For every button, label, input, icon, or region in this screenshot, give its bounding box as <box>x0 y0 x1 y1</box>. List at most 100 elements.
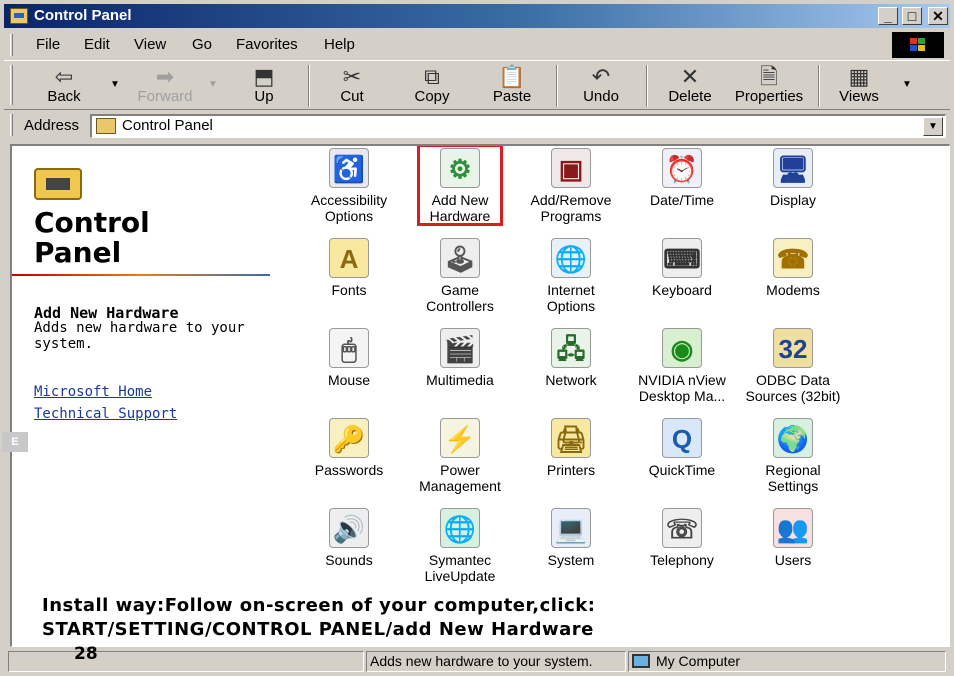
control-panel-item[interactable]: ☏ Telephony <box>627 506 737 594</box>
item-label-line1: Telephony <box>650 552 714 568</box>
toolbar-separator <box>646 65 648 107</box>
minimize-button[interactable]: _ <box>878 7 898 25</box>
control-panel-large-icon <box>34 168 82 200</box>
control-panel-item[interactable]: Q QuickTime <box>627 416 737 504</box>
item-label-line2: Options <box>546 298 596 314</box>
item-label: Telephony <box>627 552 737 568</box>
paste-button[interactable]: 📋 Paste <box>482 63 542 109</box>
item-label-line2: Options <box>324 208 374 224</box>
address-label: Address <box>24 117 80 134</box>
menu-view[interactable]: View <box>134 36 166 54</box>
control-panel-item[interactable]: 🖨 Printers <box>516 416 626 504</box>
undo-label: Undo <box>583 88 619 105</box>
control-panel-item[interactable]: 🔊 Sounds <box>294 506 404 594</box>
title-bar[interactable]: Control Panel _ □ ✕ <box>4 4 950 28</box>
address-grip[interactable] <box>10 114 13 136</box>
item-label: Modems <box>738 282 848 298</box>
control-panel-item[interactable]: A Fonts <box>294 236 404 324</box>
control-panel-item[interactable]: 🔑 Passwords <box>294 416 404 504</box>
item-label-line1: Network <box>545 372 597 388</box>
item-label: System <box>516 552 626 568</box>
status-pane-zone: My Computer <box>628 651 946 672</box>
windows-logo-icon <box>892 32 944 58</box>
control-panel-item[interactable]: 🌍 Regional Settings <box>738 416 848 504</box>
users-icon: 👥 <box>773 508 813 548</box>
menu-help[interactable]: Help <box>324 36 355 54</box>
item-label-line2: LiveUpdate <box>424 568 496 584</box>
delete-button[interactable]: ✕ Delete <box>660 63 720 109</box>
menu-favorites[interactable]: Favorites <box>236 36 298 54</box>
item-label: Game Controllers <box>405 282 515 314</box>
mouse-icon: 🖱 <box>329 328 369 368</box>
control-panel-item[interactable]: 👥 Users <box>738 506 848 594</box>
cut-button[interactable]: ✂ Cut <box>322 63 382 109</box>
control-panel-item[interactable]: ⚙ Add New Hardware <box>405 146 515 234</box>
views-label: Views <box>839 88 879 105</box>
control-panel-window: Control Panel _ □ ✕ File Edit View Go Fa… <box>0 0 954 676</box>
control-panel-item[interactable]: ⚡ Power Management <box>405 416 515 504</box>
control-panel-item[interactable]: ⏰ Date/Time <box>627 146 737 234</box>
control-panel-item[interactable]: 🕹 Game Controllers <box>405 236 515 324</box>
back-button[interactable]: ⇦ Back <box>34 63 94 109</box>
copy-button[interactable]: ⧉ Copy <box>402 63 462 109</box>
views-button[interactable]: ▦ Views <box>830 63 888 109</box>
properties-icon: 🗎 <box>760 64 778 89</box>
technical-support-link[interactable]: Technical Support <box>34 406 177 422</box>
control-panel-item[interactable]: 🖧 Network <box>516 326 626 414</box>
toolbar-grip[interactable] <box>10 65 13 105</box>
forward-button[interactable]: ➡ Forward <box>128 63 202 109</box>
control-panel-item[interactable]: ▣ Add/Remove Programs <box>516 146 626 234</box>
control-panel-item[interactable]: 🖱 Mouse <box>294 326 404 414</box>
control-panel-item[interactable]: 32 ODBC Data Sources (32bit) <box>738 326 848 414</box>
address-field[interactable]: Control Panel ▼ <box>90 114 946 138</box>
item-label: Keyboard <box>627 282 737 298</box>
address-dropdown-button[interactable]: ▼ <box>923 117 943 136</box>
control-panel-item[interactable]: 🌐 Internet Options <box>516 236 626 324</box>
telephony-icon: ☏ <box>662 508 702 548</box>
menu-go[interactable]: Go <box>192 36 212 54</box>
item-label-line1: Power <box>440 462 480 478</box>
control-panel-item[interactable]: 🖥 Display <box>738 146 848 234</box>
undo-button[interactable]: ↶ Undo <box>570 63 632 109</box>
item-label: Regional Settings <box>738 462 848 494</box>
control-panel-item[interactable]: 💻 System <box>516 506 626 594</box>
up-button[interactable]: ⬒ Up <box>234 63 294 109</box>
close-button[interactable]: ✕ <box>928 7 948 25</box>
control-panel-item[interactable]: 🌐 Symantec LiveUpdate <box>405 506 515 594</box>
toolbar-separator <box>818 65 820 107</box>
item-label-line1: ODBC Data <box>756 372 830 388</box>
control-panel-item[interactable]: ☎ Modems <box>738 236 848 324</box>
control-panel-small-icon <box>96 118 116 134</box>
views-dropdown-icon[interactable]: ▼ <box>902 79 912 90</box>
back-dropdown-icon[interactable]: ▼ <box>110 79 120 90</box>
install-instruction: Install way:Follow on-screen of your com… <box>42 594 595 642</box>
copy-icon: ⧉ <box>424 64 440 89</box>
keys-icon: 🔑 <box>329 418 369 458</box>
maximize-button[interactable]: □ <box>902 7 922 25</box>
item-label-line1: Regional <box>765 462 821 478</box>
forward-dropdown-icon[interactable]: ▼ <box>208 79 218 90</box>
views-grid-icon: ▦ <box>848 64 870 89</box>
menu-edit[interactable]: Edit <box>84 36 110 54</box>
item-label-line1: Game <box>440 282 480 298</box>
item-label-line1: System <box>547 552 595 568</box>
control-panel-item[interactable]: ◉ NVIDIA nView Desktop Ma... <box>627 326 737 414</box>
liveupdate-icon: 🌐 <box>440 508 480 548</box>
menu-grip[interactable] <box>10 34 13 56</box>
control-panel-item[interactable]: ⌨ Keyboard <box>627 236 737 324</box>
item-label: Printers <box>516 462 626 478</box>
item-label: Network <box>516 372 626 388</box>
item-label: Users <box>738 552 848 568</box>
instruction-line1: Install way:Follow on-screen of your com… <box>42 595 596 616</box>
control-panel-item[interactable]: ♿ Accessibility Options <box>294 146 404 234</box>
item-label-line2: Settings <box>767 478 819 494</box>
item-label: NVIDIA nView Desktop Ma... <box>627 372 737 404</box>
menu-file[interactable]: File <box>36 36 60 54</box>
instruction-line2: START/SETTING/CONTROL PANEL/add New Hard… <box>42 619 594 640</box>
paste-label: Paste <box>492 88 532 105</box>
control-panel-item[interactable]: 🎬 Multimedia <box>405 326 515 414</box>
microsoft-home-link[interactable]: Microsoft Home <box>34 384 152 400</box>
item-label-line1: Multimedia <box>426 372 494 388</box>
keyboard-icon: ⌨ <box>662 238 702 278</box>
properties-button[interactable]: 🗎 Properties <box>730 63 808 109</box>
